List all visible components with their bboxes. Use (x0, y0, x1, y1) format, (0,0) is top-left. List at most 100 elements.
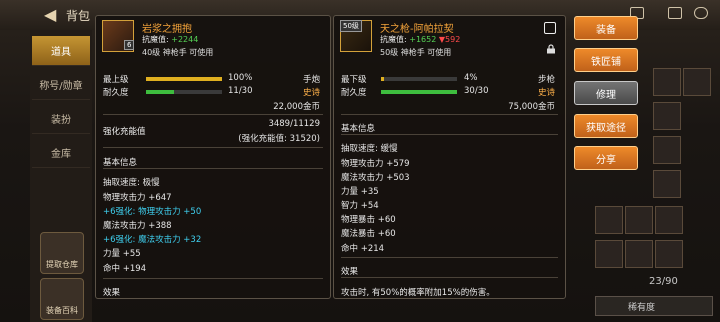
durability-value: 30/30 (464, 86, 489, 96)
stat-line: +6强化: 物理攻击力 +50 (103, 207, 202, 217)
inventory-slot[interactable] (655, 206, 683, 234)
lock-icon[interactable] (546, 44, 556, 54)
item-level-req: 40级 神枪手 可使用 (142, 48, 214, 57)
level-badge: 50级 (340, 20, 362, 32)
item-anti-magic: 抗魔值: +1652 ▼592 (380, 34, 460, 45)
inventory-slot[interactable] (653, 136, 681, 164)
basic-info-title: 基本信息 (341, 124, 376, 134)
durability-label: 耐久度 (341, 88, 367, 98)
inventory-slot[interactable] (653, 68, 681, 96)
stat-line: 物理暴击 +60 (341, 215, 396, 225)
grade-bar (381, 77, 457, 81)
divider (341, 114, 558, 115)
stat-line: 物理攻击力 +647 (103, 193, 172, 203)
inventory-slot[interactable] (625, 240, 653, 268)
stat-line: 命中 +214 (341, 244, 385, 254)
weapon-type: 步枪 (537, 75, 555, 85)
inventory-slot[interactable] (655, 240, 683, 268)
enhance-badge: 6 (124, 40, 135, 50)
anti-magic-label: 抗魔值: (142, 35, 169, 44)
page-title: 背包 (66, 9, 91, 23)
grade-label: 最下级 (341, 75, 367, 85)
item-anti-magic: 抗魔值: +2244 (142, 34, 198, 45)
durability-bar (146, 90, 222, 94)
encyclopedia-icon-button[interactable]: 装备百科 (40, 278, 84, 320)
anti-magic-value: +1652 (409, 35, 437, 44)
enhance-total: (强化充能值: 31520) (238, 134, 320, 144)
inventory-slot[interactable] (683, 68, 711, 96)
stat-line: 力量 +35 (341, 187, 379, 197)
basic-info-title: 基本信息 (103, 158, 138, 168)
enhance-value: 3489/11129 (268, 119, 320, 129)
stat-line: 抽取速度: 缓慢 (341, 144, 398, 154)
stat-line: 魔法暴击 +60 (341, 229, 396, 239)
inventory-slot[interactable] (595, 240, 623, 268)
tab-vault[interactable]: 金库 (32, 138, 90, 168)
item-tooltip-compare: 50级 天之枪-阿帕拉契 抗魔值: +1652 ▼592 50级 神枪手 可使用… (333, 15, 566, 299)
rarity-label: 史诗 (302, 88, 320, 98)
mail-icon[interactable] (668, 7, 682, 19)
share-edit-icon[interactable] (544, 22, 556, 34)
divider (341, 134, 558, 135)
grade-percent: 4% (464, 73, 478, 83)
divider (103, 168, 323, 169)
stat-line: 智力 +54 (341, 201, 379, 211)
tab-titles[interactable]: 称号/勋章 (32, 70, 90, 100)
grade-bar-fill (381, 77, 385, 81)
equip-button[interactable]: 装备 (574, 16, 638, 40)
grade-bar-fill (146, 77, 222, 81)
effect-title: 效果 (341, 267, 359, 277)
inventory-slot[interactable] (653, 170, 681, 198)
item-name: 岩浆之拥抱 (142, 24, 192, 35)
item-level-req: 50级 神枪手 可使用 (380, 48, 452, 57)
grade-label: 最上级 (103, 75, 129, 85)
item-price: 75,000金币 (508, 102, 555, 112)
stat-line: 魔法攻击力 +388 (103, 221, 172, 231)
anti-magic-label: 抗魔值: (380, 35, 407, 44)
source-button[interactable]: 获取途径 (574, 114, 638, 138)
item-tooltip-current: 6 岩浆之拥抱 抗魔值: +2244 40级 神枪手 可使用 最上级 100% … (95, 15, 331, 299)
weapon-type: 手炮 (302, 75, 320, 85)
stat-line: 魔法攻击力 +503 (341, 173, 410, 183)
stat-line: 力量 +55 (103, 249, 141, 259)
divider (103, 114, 323, 115)
repair-button[interactable]: 修理 (574, 81, 638, 105)
durability-label: 耐久度 (103, 88, 129, 98)
effect-text: 攻击时, 有50%的概率附加15%的伤害。 (341, 288, 495, 298)
sort-dropdown[interactable]: 稀有度 (595, 296, 713, 316)
inventory-slot[interactable] (595, 206, 623, 234)
effect-title: 效果 (103, 288, 121, 298)
back-arrow-icon[interactable]: ◀ (44, 5, 56, 24)
durability-value: 11/30 (228, 86, 253, 96)
inventory-count: 23/90 (649, 276, 678, 287)
durability-bar-fill (381, 90, 457, 94)
enhance-label: 强化充能值 (103, 127, 146, 137)
tab-items[interactable]: 道具 (32, 36, 90, 66)
storage-icon-button[interactable]: 提取仓库 (40, 232, 84, 274)
divider (103, 278, 323, 279)
tab-avatar[interactable]: 装扮 (32, 104, 90, 134)
durability-bar-fill (146, 90, 174, 94)
durability-bar (381, 90, 457, 94)
stat-line: 命中 +194 (103, 264, 147, 274)
divider (341, 277, 558, 278)
storage-label: 提取仓库 (46, 260, 78, 269)
anti-magic-value: +2244 (171, 35, 199, 44)
grade-percent: 100% (228, 73, 253, 83)
grade-bar (146, 77, 222, 81)
blacksmith-button[interactable]: 铁匠铺 (574, 48, 638, 72)
divider (341, 257, 558, 258)
share-button[interactable]: 分享 (574, 146, 638, 170)
rarity-label: 史诗 (537, 88, 555, 98)
anti-magic-diff: ▼592 (438, 35, 461, 44)
inventory-slot[interactable] (625, 206, 653, 234)
stat-line: +6强化: 魔法攻击力 +32 (103, 235, 202, 245)
item-name: 天之枪-阿帕拉契 (380, 24, 454, 35)
inventory-slot[interactable] (653, 102, 681, 130)
item-price: 22,000金币 (273, 102, 320, 112)
encyclopedia-label: 装备百科 (46, 306, 78, 315)
friends-icon[interactable] (694, 7, 708, 19)
stat-line: 物理攻击力 +579 (341, 159, 410, 169)
divider (103, 147, 323, 148)
stat-line: 抽取速度: 极慢 (103, 178, 160, 188)
